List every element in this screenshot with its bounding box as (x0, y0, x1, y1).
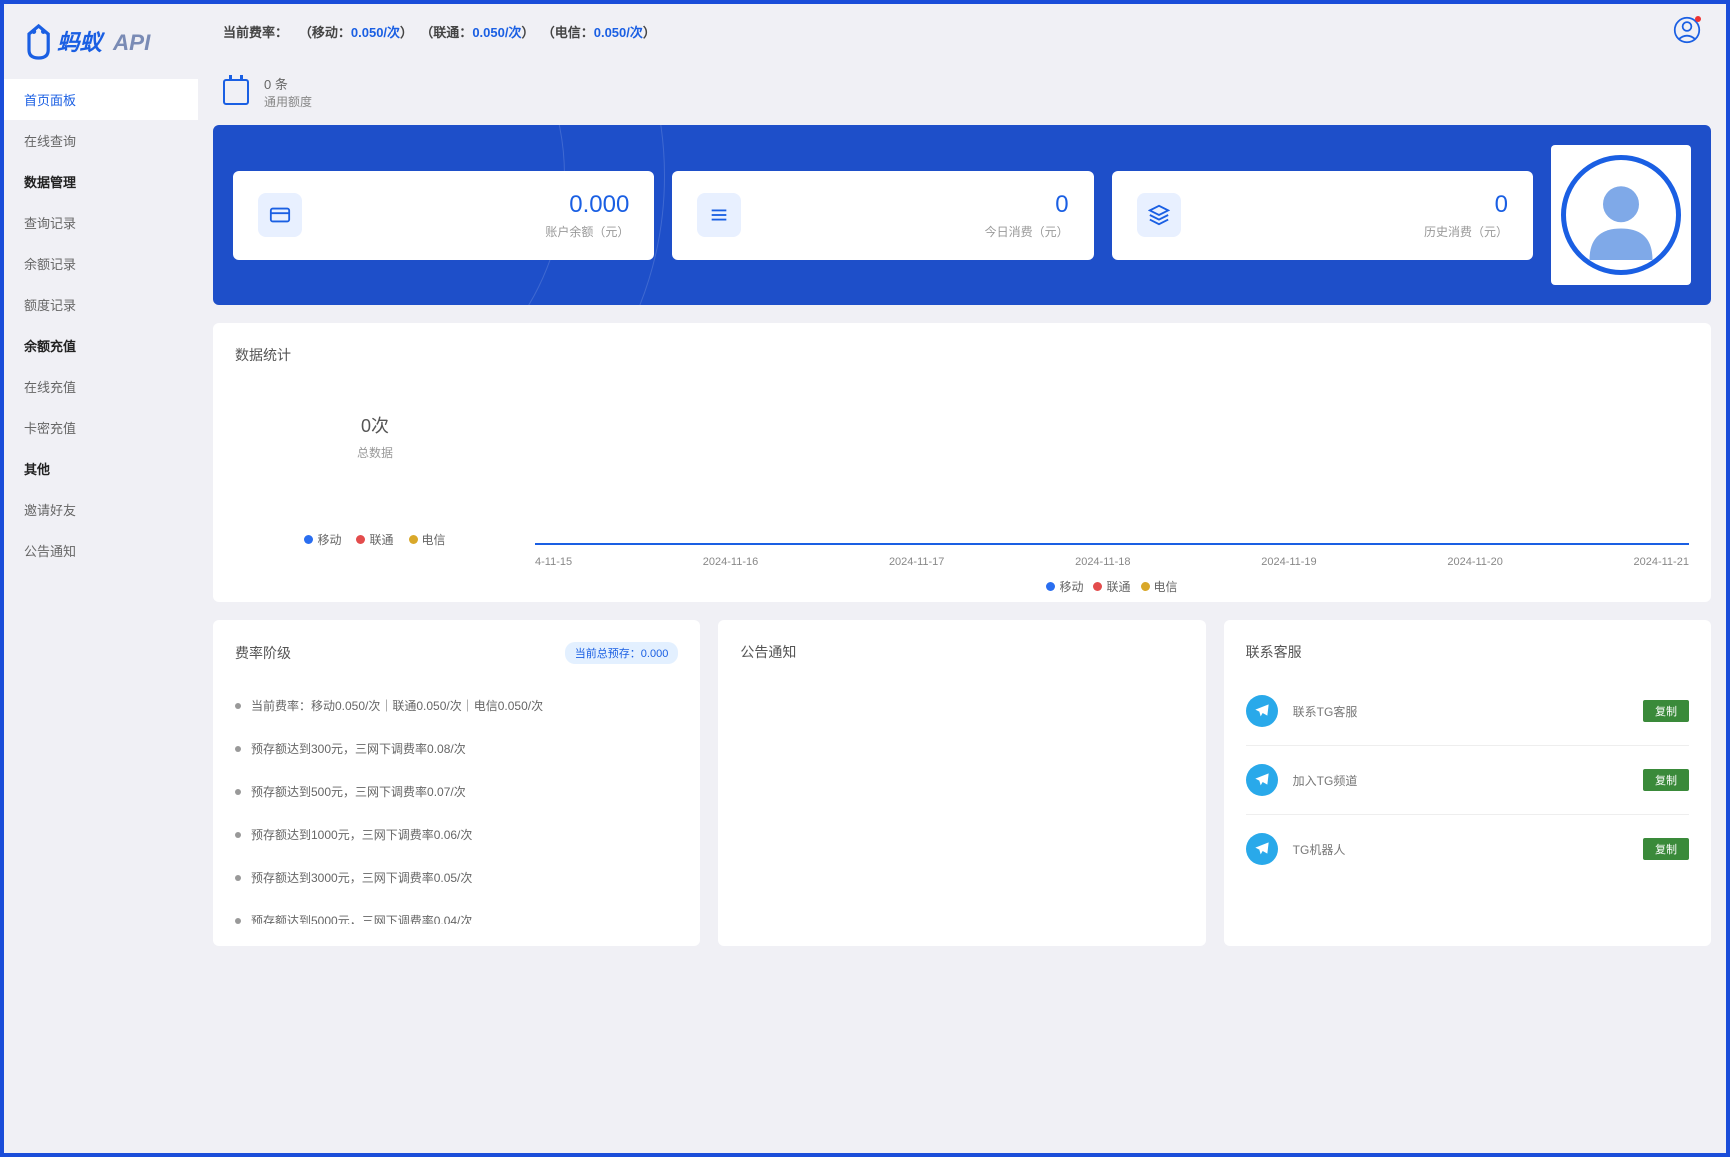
contact-label: 联系TG客服 (1293, 703, 1628, 720)
sidebar-item-balance-records[interactable]: 余额记录 (4, 243, 198, 284)
chart-legend-left: 移动 联通 电信 (304, 531, 445, 548)
chart-legend-bottom: 移动 联通 电信 (535, 578, 1689, 595)
stat-today-value: 0 (756, 191, 1068, 219)
svg-text:蚂蚁: 蚂蚁 (57, 30, 105, 55)
quota-label: 通用额度 (264, 93, 312, 110)
user-avatar-button[interactable] (1673, 16, 1701, 47)
sidebar-item-online-recharge[interactable]: 在线充值 (4, 366, 198, 407)
chart-total-value: 0次 (361, 412, 389, 438)
card-icon (258, 193, 302, 237)
x-axis-labels: 4-11-15 2024-11-16 2024-11-17 2024-11-18… (535, 556, 1689, 568)
tier-item: 预存额达到3000元，三网下调费率0.05/次 (235, 856, 678, 899)
sidebar-item-notice[interactable]: 公告通知 (4, 530, 198, 571)
copy-button[interactable]: 复制 (1643, 838, 1689, 860)
stat-history-value: 0 (1196, 191, 1508, 219)
stat-card-today: 0 今日消费（元） (672, 171, 1093, 260)
legend-dot (356, 535, 365, 544)
tier-title: 费率阶级 (235, 643, 291, 663)
telegram-icon (1246, 764, 1278, 796)
copy-button[interactable]: 复制 (1643, 769, 1689, 791)
sidebar-item-invite[interactable]: 邀请好友 (4, 489, 198, 530)
profile-avatar[interactable] (1551, 145, 1691, 285)
quota-bar: 0 条 通用额度 (213, 59, 1711, 125)
tier-item: 预存额达到5000元，三网下调费率0.04/次 (235, 899, 678, 924)
tier-item: 当前费率：移动0.050/次｜联通0.050/次｜电信0.050/次 (235, 684, 678, 727)
contact-item: TG机器人 复制 (1246, 815, 1689, 883)
main-content: 当前费率： （移动：0.050/次） （联通：0.050/次） （电信：0.05… (198, 4, 1726, 1153)
legend-dot (304, 535, 313, 544)
sidebar-item-quota-records[interactable]: 额度记录 (4, 284, 198, 325)
sidebar-item-online-query[interactable]: 在线查询 (4, 120, 198, 161)
tier-item: 预存额达到1000元，三网下调费率0.06/次 (235, 813, 678, 856)
sidebar-item-home[interactable]: 首页面板 (4, 79, 198, 120)
stat-today-label: 今日消费（元） (756, 223, 1068, 240)
x-axis-line (535, 543, 1689, 545)
contact-item: 联系TG客服 复制 (1246, 677, 1689, 746)
telegram-icon (1246, 833, 1278, 865)
calendar-icon (223, 79, 249, 105)
stat-card-history: 0 历史消费（元） (1112, 171, 1533, 260)
telegram-icon (1246, 695, 1278, 727)
prestore-badge: 当前总预存：0.000 (565, 642, 679, 664)
topbar: 当前费率： （移动：0.050/次） （联通：0.050/次） （电信：0.05… (198, 4, 1726, 59)
chart-area: 4-11-15 2024-11-16 2024-11-17 2024-11-18… (535, 380, 1689, 580)
svg-text:API: API (112, 30, 151, 55)
contact-title: 联系客服 (1246, 642, 1689, 662)
sidebar-header-data: 数据管理 (4, 161, 198, 202)
chart-panel: 数据统计 0次 总数据 移动 联通 电信 4-11- (213, 323, 1711, 602)
tier-item: 预存额达到300元，三网下调费率0.08/次 (235, 727, 678, 770)
sidebar: 蚂蚁 API 首页面板 在线查询 数据管理 查询记录 余额记录 额度记录 余额充… (4, 4, 198, 1153)
notice-panel: 公告通知 (718, 620, 1205, 946)
tier-item: 预存额达到500元，三网下调费率0.07/次 (235, 770, 678, 813)
stat-balance-value: 0.000 (317, 191, 629, 219)
stats-hero: 0.000 账户余额（元） 0 今日消费（元） (213, 125, 1711, 305)
sidebar-item-card-recharge[interactable]: 卡密充值 (4, 407, 198, 448)
stat-balance-label: 账户余额（元） (317, 223, 629, 240)
tier-panel: 费率阶级 当前总预存：0.000 当前费率：移动0.050/次｜联通0.050/… (213, 620, 700, 946)
sidebar-header-recharge: 余额充值 (4, 325, 198, 366)
contact-panel: 联系客服 联系TG客服 复制 加入TG频道 复制 (1224, 620, 1711, 946)
chart-total-label: 总数据 (357, 444, 393, 461)
menu-icon (697, 193, 741, 237)
contact-label: 加入TG频道 (1293, 772, 1628, 789)
logo: 蚂蚁 API (4, 4, 198, 79)
legend-dot (409, 535, 418, 544)
stat-card-balance: 0.000 账户余额（元） (233, 171, 654, 260)
tier-list[interactable]: 当前费率：移动0.050/次｜联通0.050/次｜电信0.050/次 预存额达到… (235, 684, 678, 924)
notice-title: 公告通知 (740, 642, 1183, 662)
sidebar-item-query-records[interactable]: 查询记录 (4, 202, 198, 243)
stat-history-label: 历史消费（元） (1196, 223, 1508, 240)
contact-label: TG机器人 (1293, 841, 1628, 858)
copy-button[interactable]: 复制 (1643, 700, 1689, 722)
chart-title: 数据统计 (235, 345, 1689, 365)
rate-display: 当前费率： （移动：0.050/次） （联通：0.050/次） （电信：0.05… (223, 22, 656, 41)
notification-dot (1695, 16, 1701, 22)
layers-icon (1137, 193, 1181, 237)
sidebar-header-other: 其他 (4, 448, 198, 489)
contact-item: 加入TG频道 复制 (1246, 746, 1689, 815)
quota-value: 0 条 (264, 74, 312, 93)
